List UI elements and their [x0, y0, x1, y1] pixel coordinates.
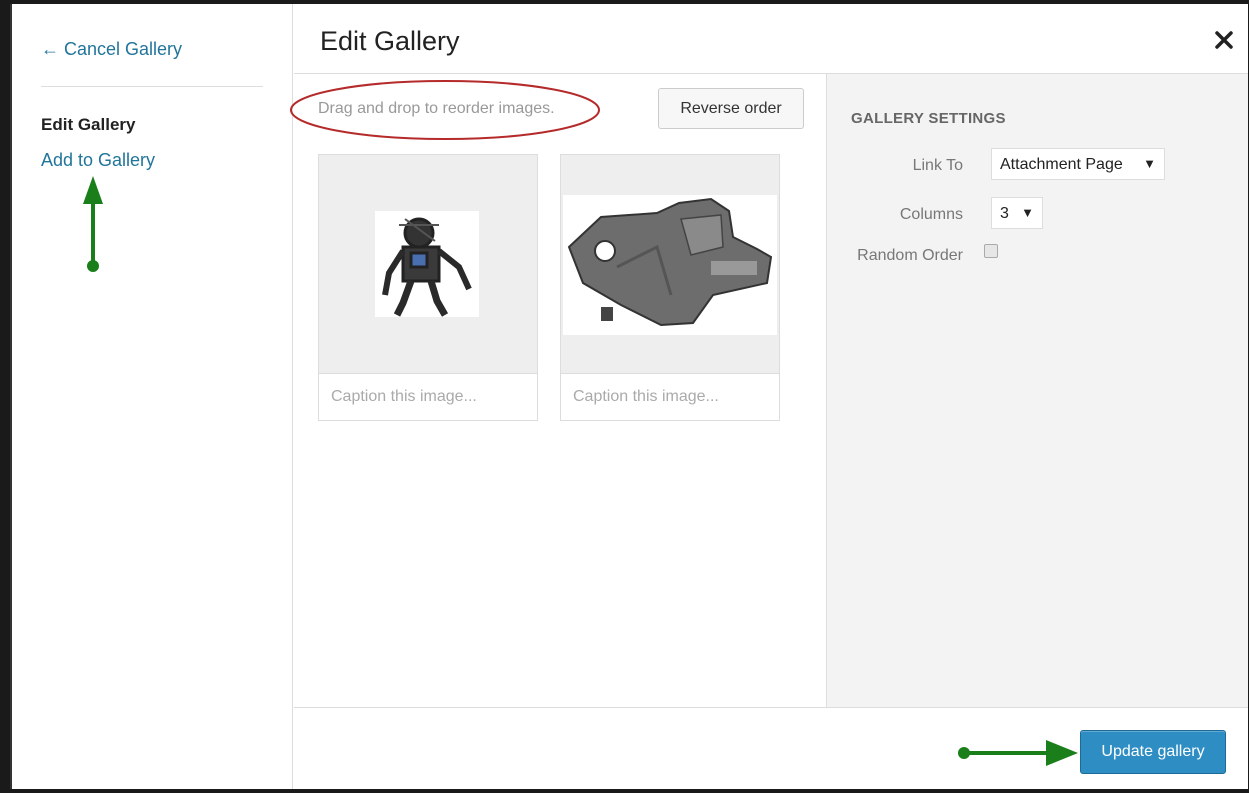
- modal-footer: Update gallery: [294, 707, 1248, 789]
- gallery-image-tile[interactable]: Caption this image...: [318, 154, 538, 421]
- robot-thumbnail-icon: [375, 211, 479, 317]
- gallery-image-tile[interactable]: Caption this image...: [560, 154, 780, 421]
- update-gallery-button[interactable]: Update gallery: [1080, 730, 1226, 774]
- sidebar-item-edit-gallery[interactable]: Edit Gallery: [41, 115, 135, 135]
- caption-field[interactable]: Caption this image...: [561, 373, 779, 420]
- sidebar-item-add-to-gallery[interactable]: Add to Gallery: [41, 150, 155, 171]
- random-order-label: Random Order: [857, 247, 963, 264]
- gallery-settings-panel: GALLERY SETTINGS Link To Attachment Page…: [826, 74, 1248, 707]
- reverse-order-button[interactable]: Reverse order: [658, 88, 804, 129]
- sidebar-divider: [41, 86, 263, 87]
- close-icon[interactable]: [1212, 28, 1236, 52]
- caption-field[interactable]: Caption this image...: [319, 373, 537, 420]
- columns-select[interactable]: 3 ▼: [991, 197, 1043, 229]
- columns-value: 3: [1000, 205, 1009, 222]
- annotation-arrow-up-icon: [83, 176, 103, 272]
- columns-label: Columns: [899, 206, 963, 223]
- drag-hint: Drag and drop to reorder images.: [318, 100, 555, 117]
- link-to-select[interactable]: Attachment Page ▼: [991, 148, 1165, 180]
- annotation-arrow-right-icon: [958, 740, 1078, 766]
- cancel-gallery-link[interactable]: ← Cancel Gallery: [41, 39, 182, 60]
- modal-sidebar: ← Cancel Gallery Edit Gallery Add to Gal…: [12, 4, 293, 789]
- metal-part-thumbnail-icon: [563, 195, 777, 335]
- page-title: Edit Gallery: [320, 26, 460, 56]
- gallery-content: Drag and drop to reorder images. Reverse…: [290, 74, 826, 707]
- settings-title: GALLERY SETTINGS: [851, 110, 1006, 127]
- chevron-down-icon: ▼: [1143, 156, 1156, 171]
- robot-image[interactable]: [319, 155, 537, 373]
- metal-part-image[interactable]: [561, 155, 779, 373]
- chevron-down-icon: ▼: [1021, 205, 1034, 220]
- link-to-label: Link To: [912, 157, 963, 174]
- random-order-checkbox[interactable]: [984, 244, 998, 258]
- gallery-modal: ← Cancel Gallery Edit Gallery Add to Gal…: [10, 4, 1248, 789]
- modal-header: Edit Gallery: [294, 4, 1248, 74]
- link-to-value: Attachment Page: [1000, 156, 1123, 173]
